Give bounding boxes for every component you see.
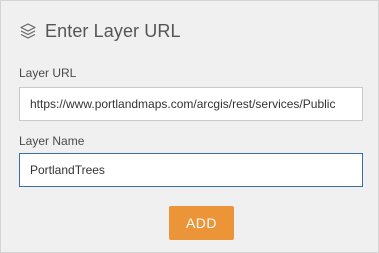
layer-name-input[interactable] [19,153,363,187]
layer-url-label: Layer URL [19,66,77,80]
add-button[interactable]: ADD [169,206,234,240]
layer-url-input[interactable] [19,87,363,121]
layer-name-label: Layer Name [19,134,85,148]
panel-header: Enter Layer URL [19,18,181,44]
panel-title: Enter Layer URL [45,20,181,41]
enter-layer-url-panel: Enter Layer URL Layer URL Layer Name ADD [0,0,379,253]
layers-icon [19,22,37,40]
